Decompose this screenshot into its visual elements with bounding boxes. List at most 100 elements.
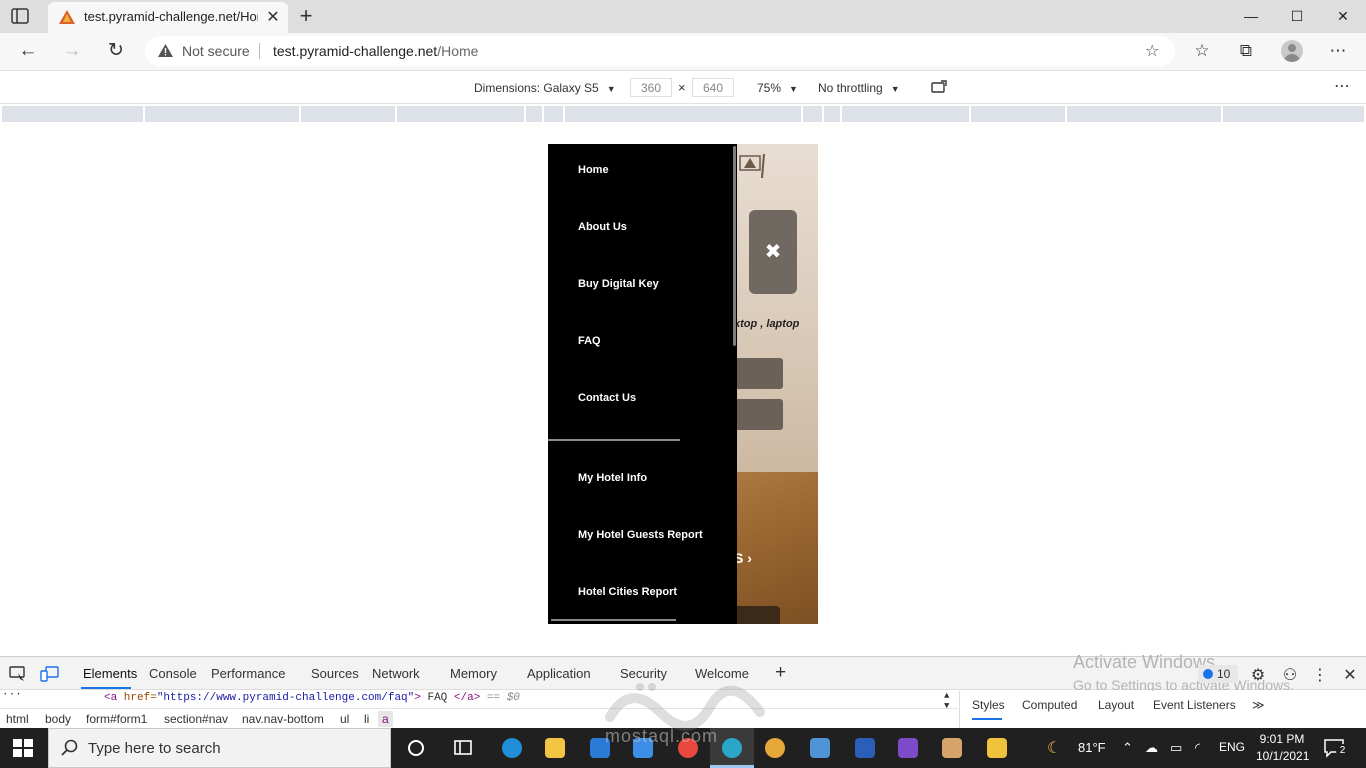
- tab-performance[interactable]: Performance: [211, 666, 285, 681]
- media-query-segment[interactable]: [565, 106, 801, 122]
- tab-actions-icon[interactable]: [10, 7, 30, 25]
- new-tab-button[interactable]: +: [294, 3, 318, 29]
- tab-security[interactable]: Security: [620, 666, 667, 681]
- tab-memory[interactable]: Memory: [450, 666, 497, 681]
- tab-styles[interactable]: Styles: [972, 698, 1005, 712]
- tab-computed[interactable]: Computed: [1022, 698, 1077, 712]
- nav-scrollbar[interactable]: [733, 146, 736, 346]
- add-favorite-icon[interactable]: ☆: [1145, 41, 1159, 61]
- address-bar[interactable]: Not secure test.pyramid-challenge.net/Ho…: [145, 36, 1175, 66]
- maximize-button[interactable]: ☐: [1274, 4, 1320, 28]
- media-query-segment[interactable]: [824, 106, 840, 122]
- user-settings-icon[interactable]: ⚇: [1280, 665, 1300, 685]
- breadcrumb-html[interactable]: html: [6, 712, 29, 726]
- tab-layout[interactable]: Layout: [1098, 698, 1134, 712]
- cortana-icon[interactable]: [401, 734, 431, 762]
- security-status[interactable]: Not secure: [182, 43, 250, 59]
- issues-badge[interactable]: 10: [1198, 665, 1238, 683]
- device-height-input[interactable]: [692, 78, 734, 97]
- breadcrumb-form[interactable]: form#form1: [86, 712, 147, 726]
- breadcrumb-a[interactable]: a: [378, 711, 393, 727]
- device-toggle-icon[interactable]: [40, 666, 60, 682]
- wifi-icon[interactable]: ◜: [1195, 740, 1200, 756]
- add-panel-button[interactable]: +: [775, 662, 786, 684]
- photos-icon[interactable]: [805, 734, 835, 762]
- more-tabs-icon[interactable]: ≫: [1252, 698, 1265, 712]
- minimize-button[interactable]: —: [1228, 4, 1274, 28]
- breadcrumb-nav[interactable]: nav.nav-bottom: [242, 712, 324, 726]
- device-dimensions-dropdown[interactable]: Dimensions: Galaxy S5 ▼: [474, 81, 616, 95]
- nav-item-my-hotel-info[interactable]: My Hotel Info: [578, 472, 647, 484]
- tab-close-icon[interactable]: ✕: [264, 7, 282, 27]
- nav-item-buy-digital-key[interactable]: Buy Digital Key: [578, 278, 659, 290]
- close-devtools-icon[interactable]: ✕: [1340, 665, 1360, 685]
- edge-active-icon[interactable]: [717, 734, 747, 762]
- store-icon[interactable]: [585, 734, 615, 762]
- tab-console[interactable]: Console: [149, 666, 197, 681]
- media-query-segment[interactable]: [301, 106, 395, 122]
- media-query-segment[interactable]: [2, 106, 143, 122]
- language-indicator[interactable]: ENG: [1219, 740, 1245, 754]
- edge-icon[interactable]: [497, 734, 527, 762]
- nav-item-about-us[interactable]: About Us: [578, 221, 627, 233]
- taskbar-search[interactable]: Type here to search: [48, 728, 391, 768]
- cloud-icon[interactable]: ☁: [1145, 740, 1158, 756]
- breadcrumb-body[interactable]: body: [45, 712, 71, 726]
- close-window-button[interactable]: ✕: [1320, 4, 1366, 28]
- tab-event-listeners[interactable]: Event Listeners: [1153, 698, 1236, 712]
- nav-item-contact-us[interactable]: Contact Us: [578, 392, 636, 404]
- media-query-segment[interactable]: [803, 106, 822, 122]
- collections-icon[interactable]: ⧉: [1234, 41, 1258, 61]
- rotate-icon[interactable]: [931, 79, 949, 95]
- media-query-segment[interactable]: [397, 106, 524, 122]
- tab-sources[interactable]: Sources: [311, 666, 359, 681]
- files-icon[interactable]: [982, 734, 1012, 762]
- nav-item-faq[interactable]: FAQ: [578, 335, 601, 347]
- clock-time[interactable]: 9:01 PM: [1256, 732, 1308, 746]
- favorites-icon[interactable]: ☆: [1190, 41, 1214, 61]
- zoom-dropdown[interactable]: 75% ▼: [757, 81, 798, 95]
- dom-ellipsis[interactable]: ···: [2, 689, 22, 701]
- tab-elements[interactable]: Elements: [83, 666, 137, 681]
- tab-network[interactable]: Network: [372, 666, 420, 681]
- moon-weather-icon[interactable]: ☾: [1047, 738, 1061, 758]
- warning-icon[interactable]: [157, 43, 174, 58]
- battery-icon[interactable]: ▭: [1170, 740, 1182, 756]
- settings-more-icon[interactable]: ⋯: [1326, 41, 1350, 61]
- media-query-segment[interactable]: [971, 106, 1065, 122]
- dom-node-selected[interactable]: <a href="https://www.pyramid-challenge.c…: [104, 692, 520, 704]
- paint-icon[interactable]: [937, 734, 967, 762]
- mail-icon[interactable]: [628, 734, 658, 762]
- device-width-input[interactable]: [630, 78, 672, 97]
- inspect-element-icon[interactable]: [9, 666, 27, 682]
- breadcrumb-section[interactable]: section#nav: [164, 712, 228, 726]
- gear-icon[interactable]: ⚙: [1248, 665, 1268, 685]
- media-query-segment[interactable]: [526, 106, 542, 122]
- nav-item-my-hotel-guests-report[interactable]: My Hotel Guests Report: [578, 529, 703, 541]
- forward-arrow-icon[interactable]: →: [58, 39, 86, 63]
- back-arrow-icon[interactable]: ←: [14, 39, 42, 63]
- word-icon[interactable]: [850, 734, 880, 762]
- chevron-up-icon[interactable]: ⌃: [1122, 740, 1133, 756]
- breadcrumb-li[interactable]: li: [364, 712, 369, 726]
- media-query-segment[interactable]: [842, 106, 969, 122]
- weather-temperature[interactable]: 81°F: [1078, 740, 1106, 755]
- refresh-icon[interactable]: ↻: [102, 39, 130, 63]
- browser-tab[interactable]: test.pyramid-challenge.net/Home ✕: [48, 2, 288, 33]
- tab-welcome[interactable]: Welcome: [695, 666, 749, 681]
- throttling-dropdown[interactable]: No throttling ▼: [818, 81, 900, 95]
- clock-date[interactable]: 10/1/2021: [1256, 749, 1309, 763]
- nav-item-home[interactable]: Home: [578, 164, 609, 176]
- task-view-icon[interactable]: [448, 734, 478, 762]
- devtools-more-icon[interactable]: ⋮: [1310, 665, 1330, 685]
- profile-avatar[interactable]: [1281, 40, 1303, 62]
- nav-item-hotel-cities-report[interactable]: Hotel Cities Report: [578, 586, 677, 598]
- media-query-segment[interactable]: [145, 106, 299, 122]
- media-query-segment[interactable]: [1223, 106, 1364, 122]
- breadcrumb-ul[interactable]: ul: [340, 712, 349, 726]
- device-toolbar-more-icon[interactable]: ⋯: [1334, 76, 1351, 96]
- file-explorer-icon[interactable]: [540, 734, 570, 762]
- media-query-segment[interactable]: [544, 106, 563, 122]
- notification-center-icon[interactable]: 2: [1323, 738, 1349, 758]
- windows-start-icon[interactable]: [13, 739, 33, 757]
